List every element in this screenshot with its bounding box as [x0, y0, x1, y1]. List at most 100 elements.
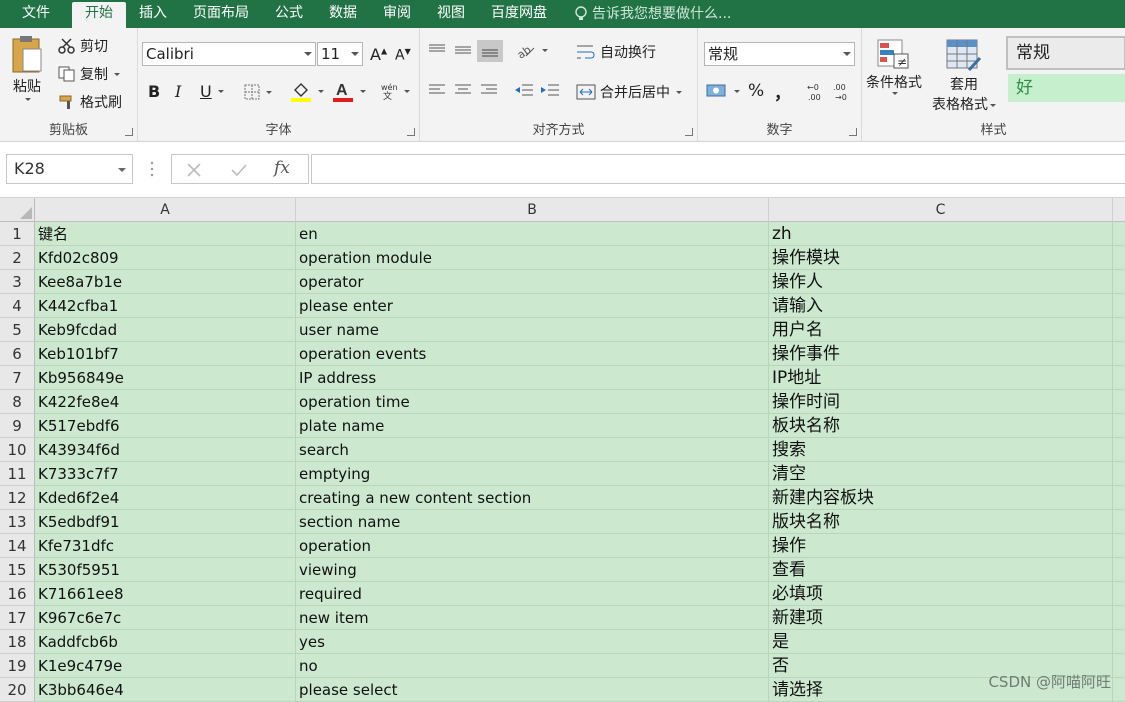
row-header[interactable]: 20 — [0, 678, 35, 702]
row-header[interactable]: 17 — [0, 606, 35, 630]
cell-en[interactable]: en — [296, 222, 769, 246]
copy-dropdown-icon[interactable] — [114, 73, 120, 76]
font-name-select[interactable]: Calibri — [142, 42, 316, 66]
font-color-button[interactable]: A — [332, 80, 366, 102]
bold-button[interactable]: B — [148, 82, 160, 101]
cell-key[interactable]: K43934f6d — [35, 438, 296, 462]
cell-en[interactable]: viewing — [296, 558, 769, 582]
cell-key[interactable]: Kaddfcb6b — [35, 630, 296, 654]
row-header[interactable]: 15 — [0, 558, 35, 582]
cell-key[interactable]: K71661ee8 — [35, 582, 296, 606]
cell-en[interactable]: required — [296, 582, 769, 606]
formula-input[interactable] — [311, 154, 1125, 184]
column-header-b[interactable]: B — [296, 198, 769, 222]
cell-key[interactable]: Keb101bf7 — [35, 342, 296, 366]
cell-zh[interactable]: 操作时间 — [769, 390, 1113, 414]
cell-d[interactable] — [1113, 558, 1125, 582]
row-header[interactable]: 3 — [0, 270, 35, 294]
font-dialog-launcher-icon[interactable] — [407, 128, 415, 136]
cell-d[interactable] — [1113, 582, 1125, 606]
tell-me-box[interactable]: 告诉我您想要做什么... — [560, 0, 731, 28]
formula-bar-separator-icon[interactable] — [150, 160, 154, 178]
cell-d[interactable] — [1113, 222, 1125, 246]
row-header[interactable]: 1 — [0, 222, 35, 246]
cell-zh[interactable]: 版块名称 — [769, 510, 1113, 534]
tab-file[interactable]: 文件 — [0, 0, 72, 28]
tab-formulas[interactable]: 公式 — [262, 0, 316, 28]
tab-review[interactable]: 审阅 — [370, 0, 424, 28]
align-middle-button[interactable] — [454, 42, 472, 58]
decrease-indent-button[interactable] — [514, 82, 534, 98]
cell-d[interactable] — [1113, 294, 1125, 318]
enter-check-icon[interactable] — [230, 162, 248, 178]
cell-d[interactable] — [1113, 510, 1125, 534]
copy-button[interactable]: 复制 — [58, 64, 120, 84]
cell-key[interactable]: K3bb646e4 — [35, 678, 296, 702]
cell-key[interactable]: K1e9c479e — [35, 654, 296, 678]
fill-color-button[interactable] — [290, 80, 324, 102]
row-header[interactable]: 2 — [0, 246, 35, 270]
tab-insert[interactable]: 插入 — [126, 0, 180, 28]
cell-zh[interactable]: 操作模块 — [769, 246, 1113, 270]
cell-zh[interactable]: 是 — [769, 630, 1113, 654]
column-header-c[interactable]: C — [769, 198, 1113, 222]
cell-key[interactable]: K7333c7f7 — [35, 462, 296, 486]
cell-d[interactable] — [1113, 486, 1125, 510]
cell-key[interactable]: K5edbdf91 — [35, 510, 296, 534]
cell-d[interactable] — [1113, 630, 1125, 654]
cell-key[interactable]: K422fe8e4 — [35, 390, 296, 414]
cell-en[interactable]: user name — [296, 318, 769, 342]
cell-key[interactable]: K517ebdf6 — [35, 414, 296, 438]
decrease-font-size-button[interactable]: A▼ — [395, 47, 411, 64]
cell-key[interactable]: 键名 — [35, 222, 296, 246]
merge-dropdown-icon[interactable] — [676, 91, 682, 94]
cell-key[interactable]: Kb956849e — [35, 366, 296, 390]
cell-en[interactable]: please select — [296, 678, 769, 702]
percent-style-button[interactable]: % — [748, 81, 764, 101]
cell-key[interactable]: K442cfba1 — [35, 294, 296, 318]
phonetic-button[interactable]: wén 文 — [380, 82, 410, 100]
cell-zh[interactable]: 板块名称 — [769, 414, 1113, 438]
cell-d[interactable] — [1113, 606, 1125, 630]
align-left-button[interactable] — [428, 82, 446, 98]
style-normal-cell[interactable]: 常规 — [1006, 36, 1125, 70]
row-header[interactable]: 6 — [0, 342, 35, 366]
alignment-dialog-launcher-icon[interactable] — [685, 128, 693, 136]
cell-d[interactable] — [1113, 534, 1125, 558]
tab-view[interactable]: 视图 — [424, 0, 478, 28]
insert-function-icon[interactable]: fx — [274, 158, 290, 178]
cell-en[interactable]: search — [296, 438, 769, 462]
borders-button[interactable] — [244, 84, 272, 100]
cell-key[interactable]: K967c6e7c — [35, 606, 296, 630]
cell-en[interactable]: section name — [296, 510, 769, 534]
decrease-decimal-button[interactable]: .00 →0 — [832, 82, 852, 102]
cell-en[interactable]: operator — [296, 270, 769, 294]
row-header[interactable]: 13 — [0, 510, 35, 534]
cell-d[interactable] — [1113, 654, 1125, 678]
row-header[interactable]: 8 — [0, 390, 35, 414]
cell-key[interactable]: Kded6f2e4 — [35, 486, 296, 510]
row-header[interactable]: 10 — [0, 438, 35, 462]
cell-d[interactable] — [1113, 342, 1125, 366]
italic-button[interactable]: I — [175, 82, 181, 101]
cell-zh[interactable]: 必填项 — [769, 582, 1113, 606]
select-all-button[interactable] — [0, 198, 35, 222]
increase-decimal-button[interactable]: ←0 .00 — [806, 82, 826, 102]
cell-zh[interactable]: 搜索 — [769, 438, 1113, 462]
orientation-button[interactable]: ab — [516, 42, 548, 58]
cancel-icon[interactable] — [186, 162, 202, 178]
cell-zh[interactable]: 请输入 — [769, 294, 1113, 318]
number-format-select[interactable]: 常规 — [704, 42, 855, 66]
align-top-button[interactable] — [428, 42, 446, 58]
row-header[interactable]: 7 — [0, 366, 35, 390]
cell-en[interactable]: operation — [296, 534, 769, 558]
row-header[interactable]: 11 — [0, 462, 35, 486]
font-size-select[interactable]: 11 — [317, 42, 363, 66]
cell-en[interactable]: emptying — [296, 462, 769, 486]
number-dialog-launcher-icon[interactable] — [849, 128, 857, 136]
cell-en[interactable]: operation module — [296, 246, 769, 270]
cell-d[interactable] — [1113, 414, 1125, 438]
cell-d[interactable] — [1113, 246, 1125, 270]
row-header[interactable]: 14 — [0, 534, 35, 558]
cell-zh[interactable]: 查看 — [769, 558, 1113, 582]
